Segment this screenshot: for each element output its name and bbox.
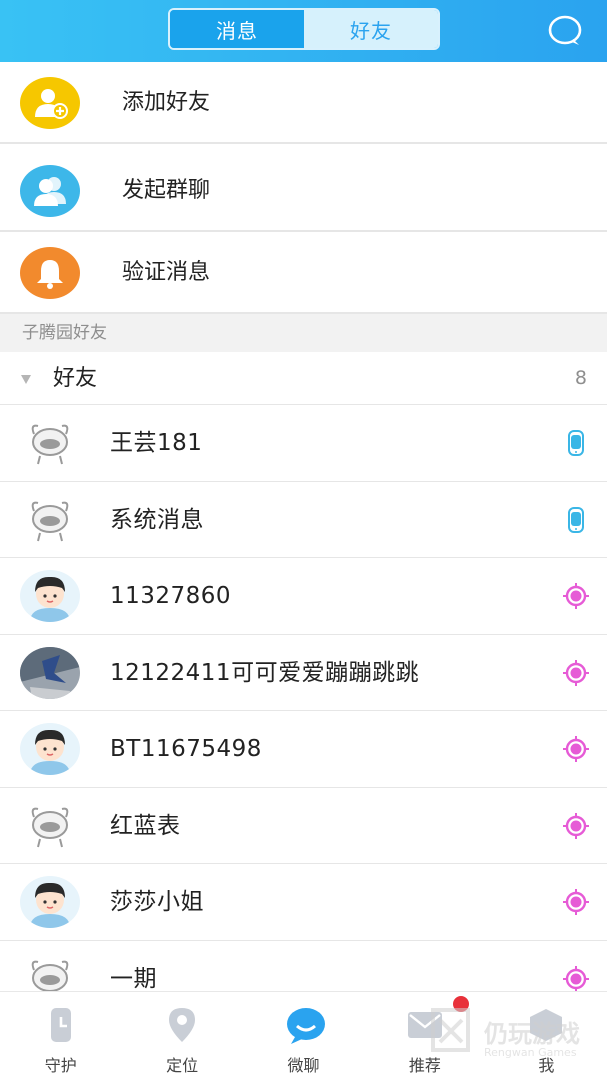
collapse-arrow-icon [21,375,31,384]
friend-name: 王芸181 [110,430,203,456]
friend-row[interactable]: 一期 [0,940,607,992]
friend-count: 8 [574,367,587,389]
chat-bubble-icon[interactable] [546,12,584,50]
watch-device-icon [563,506,589,533]
friend-name: 11327860 [110,583,232,609]
watermark-title: 仍玩游戏 [484,1020,580,1048]
photo-avatar [20,646,80,699]
flower-device-icon [563,736,589,762]
boy-avatar [20,876,80,928]
bell-icon [20,247,80,299]
boy-avatar [20,723,80,775]
verify-messages-label: 验证消息 [122,260,211,285]
nav-item-chat[interactable]: 微聊 [243,992,364,1080]
boy-avatar [20,570,80,622]
segmented-control: 消息 好友 [168,8,440,50]
friend-name: 系统消息 [110,506,204,533]
tab-messages[interactable]: 消息 [170,10,304,48]
friend-row[interactable]: 系统消息 [0,481,607,558]
friend-list: 王芸181 系统消息 11327860 12122411可可爱爱蹦蹦跳跳 BT11675… [0,405,607,992]
flower-device-icon [563,583,589,609]
flower-device-icon [563,812,589,839]
group-chat-row[interactable]: 发起群聊 [0,150,607,232]
friend-row[interactable]: 王芸181 [0,405,607,482]
top-bar: 消息 好友 [0,0,607,62]
tab-friends[interactable]: 好友 [304,10,438,48]
nav-label: 守护 [44,1056,77,1075]
friend-group-header[interactable]: 好友 8 [0,352,607,405]
friend-name: BT11675498 [110,736,262,762]
flower-device-icon [563,889,589,915]
flower-device-icon [563,965,589,992]
add-friend-icon [20,77,80,129]
friend-group-title: 好友 [53,366,98,391]
group-chat-label: 发起群聊 [122,178,211,203]
flower-device-icon [563,659,589,686]
friend-row[interactable]: 11327860 [0,558,607,635]
nav-item-watch[interactable]: 守护 [0,992,121,1080]
add-friend-label: 添加好友 [122,90,211,115]
robot-avatar [20,799,80,852]
robot-avatar [20,493,80,546]
chat-icon [285,1007,325,1044]
friend-name: 一期 [110,965,157,992]
friend-name: 红蓝表 [110,812,181,839]
watch-icon [42,1007,80,1043]
verify-messages-row[interactable]: 验证消息 [0,232,607,314]
location-pin-icon [163,1007,201,1043]
friend-name: 莎莎小姐 [110,889,204,915]
robot-avatar [20,952,80,992]
add-friend-row[interactable]: 添加好友 [0,62,607,144]
friend-row[interactable]: 12122411可可爱爱蹦蹦跳跳 [0,634,607,711]
friend-row[interactable]: BT11675498 [0,711,607,788]
watermark-subtitle: Rengwan Games [484,1046,577,1059]
nav-label: 定位 [166,1056,199,1075]
nav-item-location-pin[interactable]: 定位 [121,992,242,1080]
friend-row[interactable]: 红蓝表 [0,787,607,864]
section-header: 子腾园好友 [0,314,607,352]
watermark: 仍玩游戏 Rengwan Games [428,1000,598,1070]
group-chat-icon [20,165,80,217]
nav-label: 微聊 [287,1056,320,1075]
friend-name: 12122411可可爱爱蹦蹦跳跳 [110,659,420,686]
watch-device-icon [563,430,589,456]
robot-avatar [20,417,80,469]
section-title: 子腾园好友 [22,323,107,343]
watermark-logo-icon [431,1008,470,1052]
friend-row[interactable]: 莎莎小姐 [0,864,607,941]
